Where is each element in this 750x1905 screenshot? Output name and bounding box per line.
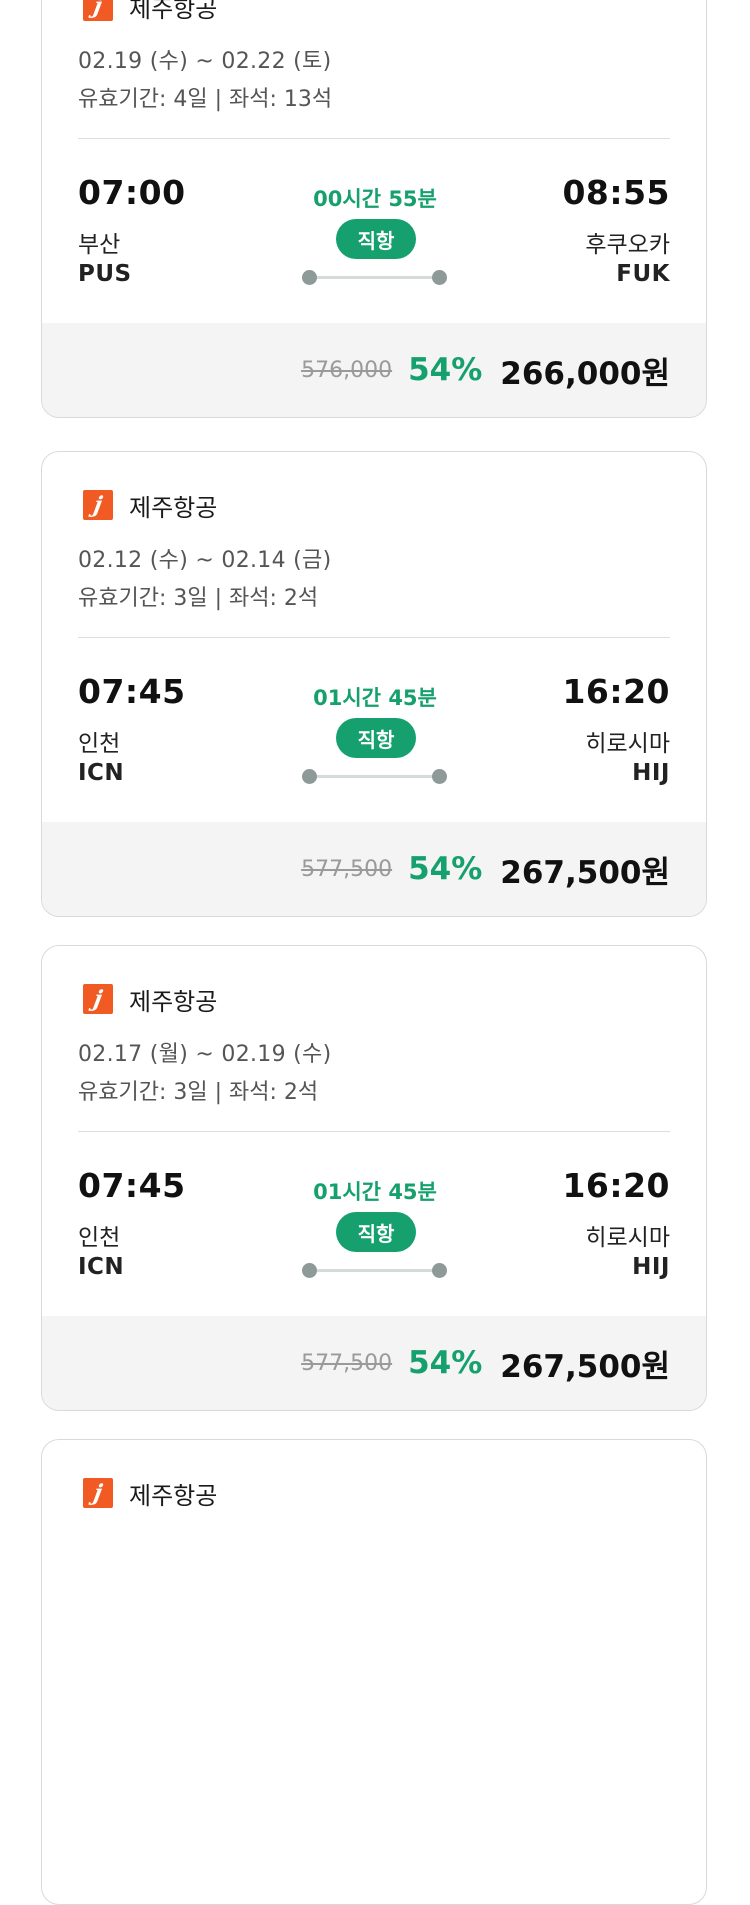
direct-flight-badge: 직항 (336, 1212, 416, 1252)
route-start-dot-icon (302, 769, 317, 784)
arrival-code: FUK (616, 261, 670, 287)
route-end-dot-icon (432, 270, 447, 285)
final-price: 267,500원 (500, 854, 670, 891)
price-bar: 577,500 54% 267,500원 (42, 822, 706, 916)
route-line (310, 775, 442, 778)
arrival-time: 16:20 (562, 1166, 670, 1205)
departure-city: 인천 (78, 731, 121, 757)
validity-seats: 유효기간: 4일 | 좌석: 13석 (78, 87, 333, 112)
original-price: 577,500 (301, 1350, 393, 1376)
airline-name: 제주항공 (129, 987, 218, 1016)
departure-code: ICN (78, 1254, 125, 1280)
airline-name: 제주항공 (129, 493, 218, 522)
route-end-dot-icon (432, 769, 447, 784)
offer-card[interactable]: j 제주항공 02.19 (수) ~ 02.22 (토) 유효기간: 4일 | … (41, 0, 707, 418)
route-end-dot-icon (432, 1263, 447, 1278)
price-bar: 577,500 54% 267,500원 (42, 1316, 706, 1410)
departure-city: 인천 (78, 1225, 121, 1251)
route-line (310, 276, 442, 279)
travel-dates: 02.12 (수) ~ 02.14 (금) (78, 548, 332, 573)
offer-card[interactable]: j 제주항공 02.12 (수) ~ 02.14 (금) 유효기간: 3일 | … (41, 451, 707, 917)
discount-rate: 54% (408, 851, 483, 887)
arrival-time: 16:20 (562, 672, 670, 711)
arrival-city: 히로시마 (585, 1225, 670, 1251)
arrival-code: HIJ (632, 1254, 670, 1280)
airline-logo-icon: j (83, 1478, 113, 1508)
travel-dates: 02.19 (수) ~ 02.22 (토) (78, 49, 332, 74)
route-start-dot-icon (302, 270, 317, 285)
airline-logo-icon: j (83, 984, 113, 1014)
airline-logo-icon: j (83, 0, 113, 21)
final-price: 267,500원 (500, 1348, 670, 1385)
arrival-city: 히로시마 (585, 731, 670, 757)
airline-row: j 제주항공 (83, 1476, 217, 1510)
airline-name: 제주항공 (129, 0, 218, 23)
discount-rate: 54% (408, 1345, 483, 1381)
arrival-city: 후쿠오카 (585, 232, 670, 258)
departure-code: ICN (78, 760, 125, 786)
route-line (310, 1269, 442, 1272)
offer-card[interactable]: j 제주항공 02.17 (월) ~ 02.19 (수) 유효기간: 3일 | … (41, 945, 707, 1411)
airline-logo-icon: j (83, 490, 113, 520)
airline-row: j 제주항공 (83, 0, 217, 23)
validity-seats: 유효기간: 3일 | 좌석: 2석 (78, 1080, 319, 1105)
divider (78, 637, 670, 638)
airline-row: j 제주항공 (83, 488, 217, 522)
discount-rate: 54% (408, 352, 483, 388)
airline-row: j 제주항공 (83, 982, 217, 1016)
airline-name: 제주항공 (129, 1481, 218, 1510)
arrival-code: HIJ (632, 760, 670, 786)
price-bar: 576,000 54% 266,000원 (42, 323, 706, 417)
original-price: 576,000 (301, 357, 393, 383)
divider (78, 1131, 670, 1132)
offer-card[interactable]: j 제주항공 (41, 1439, 707, 1905)
validity-seats: 유효기간: 3일 | 좌석: 2석 (78, 586, 319, 611)
direct-flight-badge: 직항 (336, 219, 416, 259)
arrival-time: 08:55 (562, 173, 670, 212)
departure-city: 부산 (78, 232, 121, 258)
divider (78, 138, 670, 139)
travel-dates: 02.17 (월) ~ 02.19 (수) (78, 1042, 332, 1067)
direct-flight-badge: 직항 (336, 718, 416, 758)
route-start-dot-icon (302, 1263, 317, 1278)
original-price: 577,500 (301, 856, 393, 882)
final-price: 266,000원 (500, 355, 670, 392)
departure-code: PUS (78, 261, 132, 287)
